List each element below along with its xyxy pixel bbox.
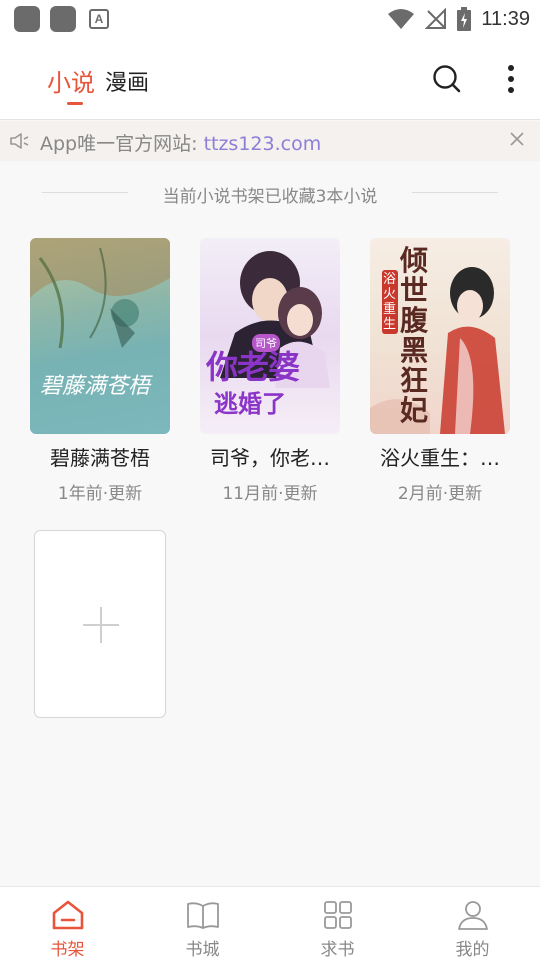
book-cover[interactable]: 碧藤满苍梧 bbox=[30, 238, 170, 434]
add-book-button[interactable] bbox=[34, 530, 166, 718]
clock: 11:39 bbox=[481, 7, 530, 30]
book-update-time: 11月前·更新 bbox=[222, 484, 318, 504]
nav-label: 书架 bbox=[50, 940, 85, 960]
nav-bookshelf[interactable]: 书架 bbox=[0, 887, 135, 960]
notice-bar[interactable]: App唯一官方网站: ttzs123.com bbox=[0, 121, 540, 161]
nav-request-book[interactable]: 求书 bbox=[270, 887, 405, 960]
plus-icon bbox=[100, 607, 102, 643]
nav-label: 求书 bbox=[320, 940, 355, 960]
book-item[interactable]: 倾世腹黑狂妃 浴火重生 浴火重生：… 2月前·更新 bbox=[370, 238, 510, 504]
close-icon[interactable] bbox=[509, 131, 525, 147]
user-icon bbox=[457, 901, 488, 930]
book-item[interactable]: 司爷 你老婆 逃婚了 司爷，你老… 11月前·更新 bbox=[200, 238, 340, 504]
more-vertical-icon[interactable] bbox=[500, 62, 522, 96]
wifi-icon bbox=[388, 9, 415, 29]
grid-icon bbox=[323, 901, 352, 929]
tab-active-indicator bbox=[67, 102, 83, 105]
bottom-nav: 书架 书城 求书 我的 bbox=[0, 886, 540, 960]
notice-prefix: App唯一官方网站: bbox=[40, 133, 204, 155]
book-update-time: 2月前·更新 bbox=[397, 484, 483, 504]
official-site-link[interactable]: ttzs123.com bbox=[204, 133, 322, 155]
cover-title-art: 倾世腹黑狂妃 bbox=[400, 244, 429, 427]
search-icon[interactable] bbox=[432, 64, 462, 94]
nav-label: 我的 bbox=[455, 940, 490, 960]
book-item[interactable]: 碧藤满苍梧 碧藤满苍梧 1年前·更新 bbox=[30, 238, 170, 504]
book-update-time: 1年前·更新 bbox=[57, 484, 143, 504]
speaker-icon bbox=[10, 133, 29, 149]
book-title: 司爷，你老… bbox=[210, 446, 330, 470]
cover-title-art: 你老婆 bbox=[206, 348, 300, 386]
no-signal-icon bbox=[425, 8, 447, 29]
app-icon bbox=[50, 6, 76, 32]
notification-a-icon: A bbox=[89, 9, 109, 29]
book-cover[interactable]: 司爷 你老婆 逃婚了 bbox=[200, 238, 340, 434]
notice-text: App唯一官方网站: ttzs123.com bbox=[40, 129, 321, 156]
header: 小说 漫画 bbox=[0, 38, 540, 120]
cover-art bbox=[30, 238, 170, 349]
shelf-caption-row: 当前小说书架已收藏3本小说 bbox=[42, 180, 498, 207]
book-title: 碧藤满苍梧 bbox=[50, 446, 150, 470]
cover-subtitle-art: 逃婚了 bbox=[214, 389, 286, 418]
home-icon bbox=[52, 900, 83, 930]
book-icon bbox=[186, 902, 219, 929]
nav-profile[interactable]: 我的 bbox=[405, 887, 540, 960]
cover-title-art: 碧藤满苍梧 bbox=[40, 374, 151, 399]
cover-art bbox=[370, 267, 505, 434]
book-title: 浴火重生：… bbox=[380, 446, 500, 470]
tab-novel[interactable]: 小说 bbox=[47, 63, 95, 98]
nav-bookstore[interactable]: 书城 bbox=[135, 887, 270, 960]
shelf-caption: 当前小说书架已收藏3本小说 bbox=[162, 187, 378, 207]
cover-subtitle-art: 浴火重生 bbox=[382, 270, 398, 334]
book-cover[interactable]: 倾世腹黑狂妃 浴火重生 bbox=[370, 238, 510, 434]
status-bar: A 11:39 bbox=[0, 0, 540, 38]
divider bbox=[412, 192, 498, 193]
tab-comic[interactable]: 漫画 bbox=[105, 65, 149, 97]
battery-charging-icon bbox=[457, 7, 472, 31]
app-icon bbox=[14, 6, 40, 32]
nav-label: 书城 bbox=[185, 940, 220, 960]
